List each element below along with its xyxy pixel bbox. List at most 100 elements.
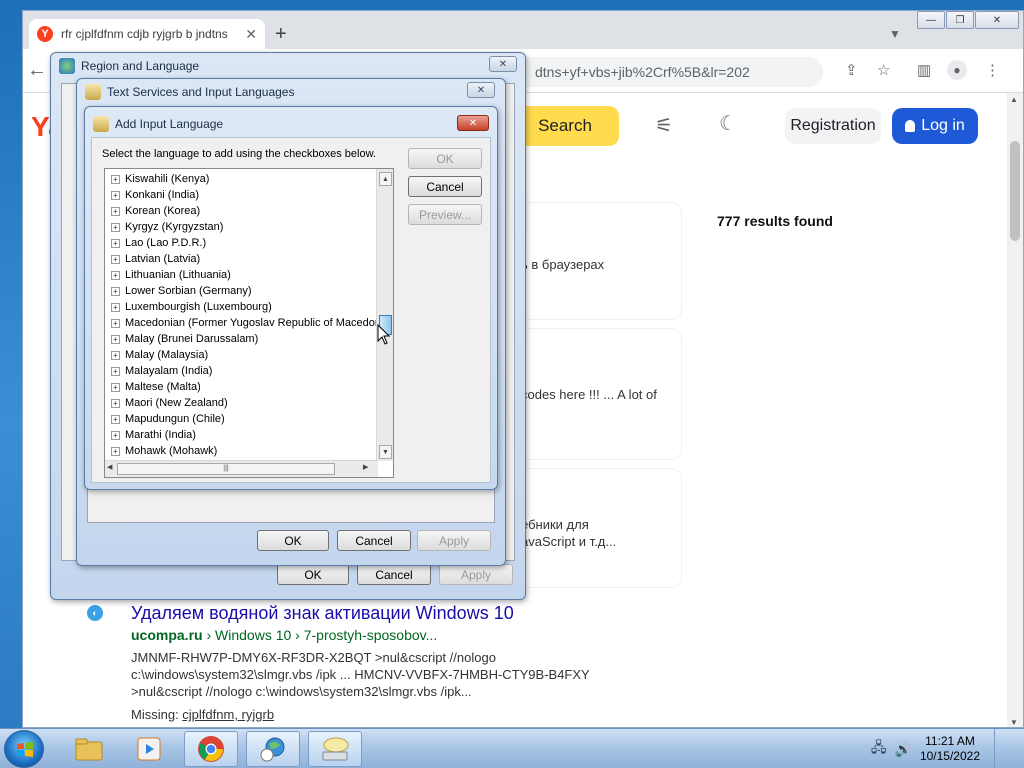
expand-plus-icon[interactable]: +	[111, 382, 120, 392]
missing-terms: Missing: cjplfdfnm, ryjgrb	[131, 707, 274, 722]
scroll-down-icon[interactable]: ▼	[379, 445, 392, 459]
snippet-fragment: ь в браузерах	[521, 257, 605, 272]
language-item[interactable]: + Malay (Malaysia)	[111, 347, 208, 363]
expand-plus-icon[interactable]: +	[111, 174, 120, 184]
missing-terms-link[interactable]: cjplfdfnm, ryjgrb	[182, 707, 274, 722]
close-dialog-button[interactable]: ✕	[467, 82, 495, 98]
bookmark-star-icon[interactable]: ☆	[877, 61, 890, 79]
language-tree[interactable]: + Mohawk (Mohawk) + Marathi (India) + Mapudun…	[104, 168, 394, 478]
expand-plus-icon[interactable]: +	[111, 238, 120, 248]
language-item[interactable]: + Malay (Brunei Darussalam)	[111, 331, 258, 347]
expand-plus-icon[interactable]: +	[111, 366, 120, 376]
cancel-button[interactable]: Cancel	[337, 530, 411, 551]
expand-plus-icon[interactable]: +	[111, 190, 120, 200]
registration-button[interactable]: Registration	[785, 108, 881, 144]
close-dialog-button[interactable]: ✕	[457, 115, 489, 131]
language-label: Latvian (Latvia)	[125, 253, 201, 265]
scroll-down-icon[interactable]: ▼	[1010, 718, 1018, 727]
filter-settings-icon[interactable]: ⚟	[655, 113, 673, 138]
language-item[interactable]: + Mohawk (Mohawk)	[111, 443, 217, 459]
language-item[interactable]: + Kyrgyz (Kyrgyzstan)	[111, 219, 223, 235]
result-url[interactable]: ucompa.ru › Windows 10 › 7-prostyh-sposo…	[131, 627, 437, 643]
new-tab-button[interactable]: +	[275, 23, 287, 46]
chrome-icon	[198, 736, 224, 762]
expand-plus-icon[interactable]: +	[111, 206, 120, 216]
volume-icon[interactable]: 🔊	[895, 741, 912, 758]
login-button[interactable]: Log in	[892, 108, 978, 144]
language-item[interactable]: + Latvian (Latvia)	[111, 251, 200, 267]
expand-plus-icon[interactable]: +	[111, 222, 120, 232]
scroll-up-icon[interactable]: ▲	[379, 172, 392, 186]
expand-plus-icon[interactable]: +	[111, 318, 120, 328]
close-window-button[interactable]: ✕	[975, 11, 1019, 29]
language-item[interactable]: + Mapudungun (Chile)	[111, 411, 225, 427]
side-panel-icon[interactable]: ▥	[917, 61, 931, 79]
apply-button[interactable]: Apply	[417, 530, 491, 551]
scroll-thumb[interactable]: |||	[117, 463, 335, 475]
language-item[interactable]: + Macedonian (Former Yugoslav Republic of…	[111, 315, 393, 331]
minimize-button[interactable]: —	[917, 11, 945, 29]
scroll-left-icon[interactable]: ◀	[107, 463, 112, 471]
apply-button[interactable]: Apply	[439, 564, 513, 585]
taskbar-control-panel[interactable]	[246, 731, 300, 767]
scroll-right-icon[interactable]: ▶	[363, 463, 368, 471]
profile-avatar-icon[interactable]: ●	[947, 60, 967, 80]
expand-plus-icon[interactable]: +	[111, 270, 120, 280]
language-item[interactable]: + Konkani (India)	[111, 187, 199, 203]
start-button[interactable]	[4, 730, 44, 768]
user-icon	[905, 120, 916, 132]
close-dialog-button[interactable]: ✕	[489, 56, 517, 72]
back-arrow-icon[interactable]: ←	[27, 59, 47, 82]
language-item[interactable]: + Kiswahili (Kenya)	[111, 171, 209, 187]
taskbar-text-services[interactable]	[308, 731, 362, 767]
search-button[interactable]: Search	[511, 106, 619, 146]
language-item[interactable]: + Maltese (Malta)	[111, 379, 201, 395]
list-horizontal-scrollbar[interactable]: ◀ ||| ▶	[105, 460, 378, 477]
ok-button[interactable]: OK	[257, 530, 329, 551]
share-icon[interactable]: ⇪	[845, 61, 858, 79]
cancel-button[interactable]: Cancel	[408, 176, 482, 197]
language-item[interactable]: + Lower Sorbian (Germany)	[111, 283, 252, 299]
taskbar-media-player[interactable]	[122, 731, 176, 767]
taskbar-explorer[interactable]	[62, 731, 116, 767]
media-player-icon	[137, 737, 161, 761]
menu-kebab-icon[interactable]: ⋮	[985, 61, 1000, 79]
tab-search-chevron-icon[interactable]: ▼	[889, 27, 901, 41]
clock[interactable]: 11:21 AM 10/15/2022	[920, 734, 980, 764]
result-title-link[interactable]: Удаляем водяной знак активации Windows 1…	[131, 603, 514, 624]
page-scrollbar[interactable]: ▲ ▼	[1007, 93, 1023, 727]
ok-button[interactable]: OK	[277, 564, 349, 585]
preview-button[interactable]: Preview...	[408, 204, 482, 225]
scroll-up-icon[interactable]: ▲	[1010, 95, 1018, 104]
language-item[interactable]: + Maori (New Zealand)	[111, 395, 228, 411]
expand-plus-icon[interactable]: +	[111, 446, 120, 456]
network-icon[interactable]: 🖧	[871, 737, 887, 761]
cancel-button[interactable]: Cancel	[357, 564, 431, 585]
language-item[interactable]: + Luxembourgish (Luxembourg)	[111, 299, 272, 315]
address-url: dtns+yf+vbs+jib%2Crf%5B&lr=202	[535, 64, 750, 80]
expand-plus-icon[interactable]: +	[111, 414, 120, 424]
dark-mode-moon-icon[interactable]: ☾	[719, 111, 737, 136]
expand-plus-icon[interactable]: +	[111, 254, 120, 264]
login-label: Log in	[921, 117, 965, 134]
ok-button[interactable]: OK	[408, 148, 482, 169]
expand-plus-icon[interactable]: +	[111, 286, 120, 296]
list-vertical-scrollbar[interactable]: ▲ ▼	[376, 169, 393, 461]
language-item[interactable]: + Malayalam (India)	[111, 363, 212, 379]
language-item[interactable]: + Lao (Lao P.D.R.)	[111, 235, 206, 251]
expand-plus-icon[interactable]: +	[111, 430, 120, 440]
scroll-thumb[interactable]	[1010, 141, 1020, 241]
language-item[interactable]: + Marathi (India)	[111, 427, 196, 443]
maximize-button[interactable]: ❐	[946, 11, 974, 29]
expand-plus-icon[interactable]: +	[111, 398, 120, 408]
taskbar-chrome[interactable]	[184, 731, 238, 767]
browser-tab[interactable]: Y rfr cjplfdfnm cdjb ryjgrb b jndtns ✕	[29, 19, 265, 49]
language-label: Malay (Brunei Darussalam)	[125, 333, 259, 345]
show-desktop-button[interactable]	[994, 729, 1006, 768]
expand-plus-icon[interactable]: +	[111, 350, 120, 360]
expand-plus-icon[interactable]: +	[111, 302, 120, 312]
expand-plus-icon[interactable]: +	[111, 334, 120, 344]
language-item[interactable]: + Korean (Korea)	[111, 203, 200, 219]
language-item[interactable]: + Lithuanian (Lithuania)	[111, 267, 231, 283]
tab-close-icon[interactable]: ✕	[245, 26, 257, 43]
